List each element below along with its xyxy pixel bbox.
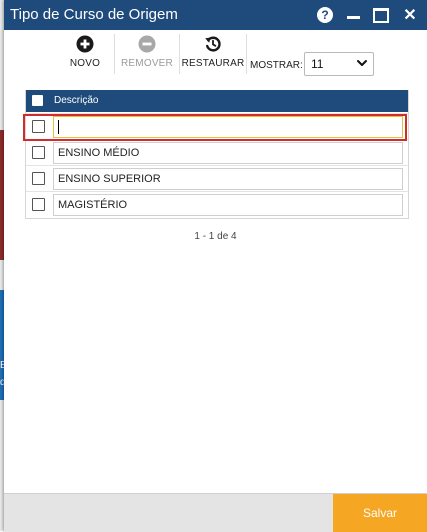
plus-circle-icon xyxy=(75,34,95,54)
window-title: Tipo de Curso de Origem xyxy=(10,6,178,23)
maximize-button[interactable] xyxy=(371,5,391,25)
toolbar-divider xyxy=(114,34,115,74)
title-bar: Tipo de Curso de Origem ? ✕ xyxy=(4,0,427,30)
toolbar-divider xyxy=(246,34,247,74)
remover-button[interactable]: REMOVER xyxy=(121,34,173,76)
restaurar-label: RESTAURAR xyxy=(181,58,245,69)
table-row: ENSINO SUPERIOR xyxy=(26,165,408,192)
data-table: Descrição ENSINO MÉDIO ENSINO SUPERIOR M xyxy=(25,90,409,219)
toolbar: NOVO REMOVER RESTAURAR MOSTRAR: 11 xyxy=(4,30,427,80)
maximize-icon xyxy=(373,7,389,23)
descricao-input[interactable]: ENSINO MÉDIO xyxy=(53,142,403,164)
table-row xyxy=(26,113,408,139)
row-checkbox[interactable] xyxy=(32,172,45,185)
select-all-checkbox[interactable] xyxy=(32,95,43,106)
cell-value: ENSINO MÉDIO xyxy=(58,147,140,159)
minus-circle-icon xyxy=(137,34,157,54)
chevron-down-icon xyxy=(356,56,368,75)
close-button[interactable]: ✕ xyxy=(400,5,420,25)
table-header: Descrição xyxy=(26,90,408,112)
mostrar-label: MOSTRAR: xyxy=(250,60,303,71)
minimize-icon xyxy=(346,15,360,19)
row-checkbox[interactable] xyxy=(32,146,45,159)
toolbar-divider xyxy=(179,34,180,74)
row-checkbox[interactable] xyxy=(32,120,45,133)
restaurar-button[interactable]: RESTAURAR xyxy=(181,34,245,76)
save-button[interactable]: Salvar xyxy=(333,494,427,532)
cell-value: ENSINO SUPERIOR xyxy=(58,173,161,185)
mostrar-value: 11 xyxy=(311,57,324,71)
help-icon: ? xyxy=(317,7,333,23)
column-header-descricao: Descrição xyxy=(54,95,99,106)
novo-label: NOVO xyxy=(69,58,101,69)
novo-button[interactable]: NOVO xyxy=(66,34,104,76)
minimize-button[interactable] xyxy=(343,5,363,25)
row-checkbox[interactable] xyxy=(32,198,45,211)
descricao-input[interactable]: MAGISTÉRIO xyxy=(53,194,403,216)
dialog-window: Tipo de Curso de Origem ? ✕ NOVO REMOVER xyxy=(4,0,427,532)
pagination-info: 1 - 1 de 4 xyxy=(194,231,237,242)
restore-icon xyxy=(203,34,223,54)
table-row: MAGISTÉRIO xyxy=(26,191,408,218)
table-row: ENSINO MÉDIO xyxy=(26,139,408,166)
mostrar-select[interactable]: 11 xyxy=(304,52,374,76)
cell-value: MAGISTÉRIO xyxy=(58,199,128,211)
descricao-input[interactable]: ENSINO SUPERIOR xyxy=(53,168,403,190)
remover-label: REMOVER xyxy=(121,58,173,69)
help-button[interactable]: ? xyxy=(315,5,335,25)
footer-bar: Salvar xyxy=(4,493,427,532)
text-caret xyxy=(58,120,59,134)
descricao-input[interactable] xyxy=(53,116,403,138)
